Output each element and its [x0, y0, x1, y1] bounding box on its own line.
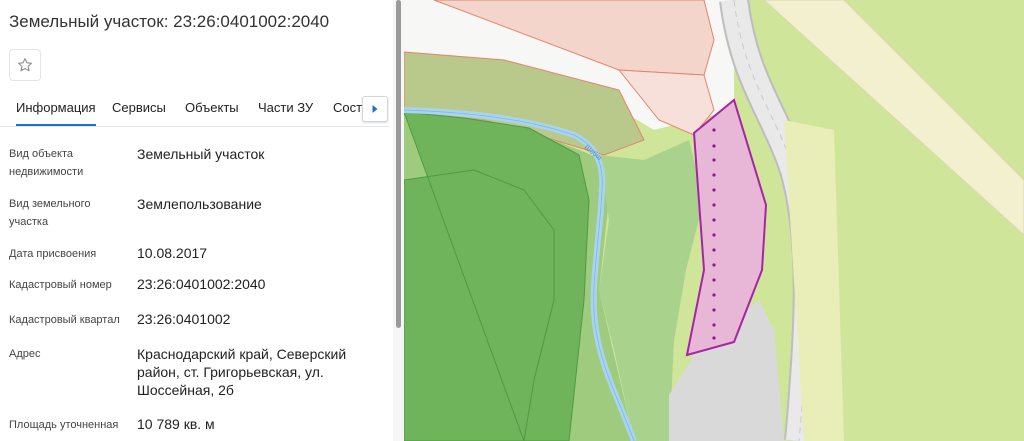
tab-parts[interactable]: Части ЗУ [258, 100, 313, 115]
label-object-type: Вид объекта недвижимости [9, 148, 84, 178]
value-address: Краснодарский край, Северский район, ст.… [137, 346, 347, 398]
value-object-type: Земельный участок [137, 146, 265, 162]
label-cadastral-quarter: Кадастровый квартал [9, 314, 120, 326]
page-title: Земельный участок: 23:26:0401002:2040 [9, 12, 330, 31]
info-panel: Земельный участок: 23:26:0401002:2040 Ин… [0, 0, 404, 441]
tab-info[interactable]: Информация [16, 100, 96, 126]
panel-scrollbar[interactable] [393, 0, 404, 441]
map-canvas: Шебш [404, 0, 1024, 441]
value-cadastral-quarter: 23:26:0401002 [137, 311, 231, 327]
tab-objects[interactable]: Объекты [185, 100, 239, 115]
favorite-button[interactable] [9, 49, 41, 81]
chevron-right-icon [372, 105, 378, 113]
tabs-bar: Информация Сервисы Объекты Части ЗУ Сост… [0, 92, 390, 127]
tab-services[interactable]: Сервисы [112, 100, 166, 115]
tabs-scroll-button[interactable] [362, 96, 388, 122]
value-cadastral-number: 23:26:0401002:2040 [137, 276, 266, 292]
scrollbar-thumb[interactable] [396, 0, 401, 328]
label-assign-date: Дата присвоения [9, 248, 97, 260]
label-area: Площадь уточненная [9, 419, 119, 431]
map-valley-area [404, 111, 590, 441]
value-assign-date: 10.08.2017 [137, 245, 208, 261]
value-area: 10 789 кв. м [137, 416, 215, 432]
label-cadastral-number: Кадастровый номер [9, 279, 112, 291]
label-land-type: Вид земельного участка [9, 198, 91, 228]
map-view[interactable]: Шебш [404, 0, 1024, 441]
star-icon [18, 58, 32, 72]
value-land-type: Землепользование [137, 196, 262, 212]
label-address: Адрес [9, 348, 41, 360]
